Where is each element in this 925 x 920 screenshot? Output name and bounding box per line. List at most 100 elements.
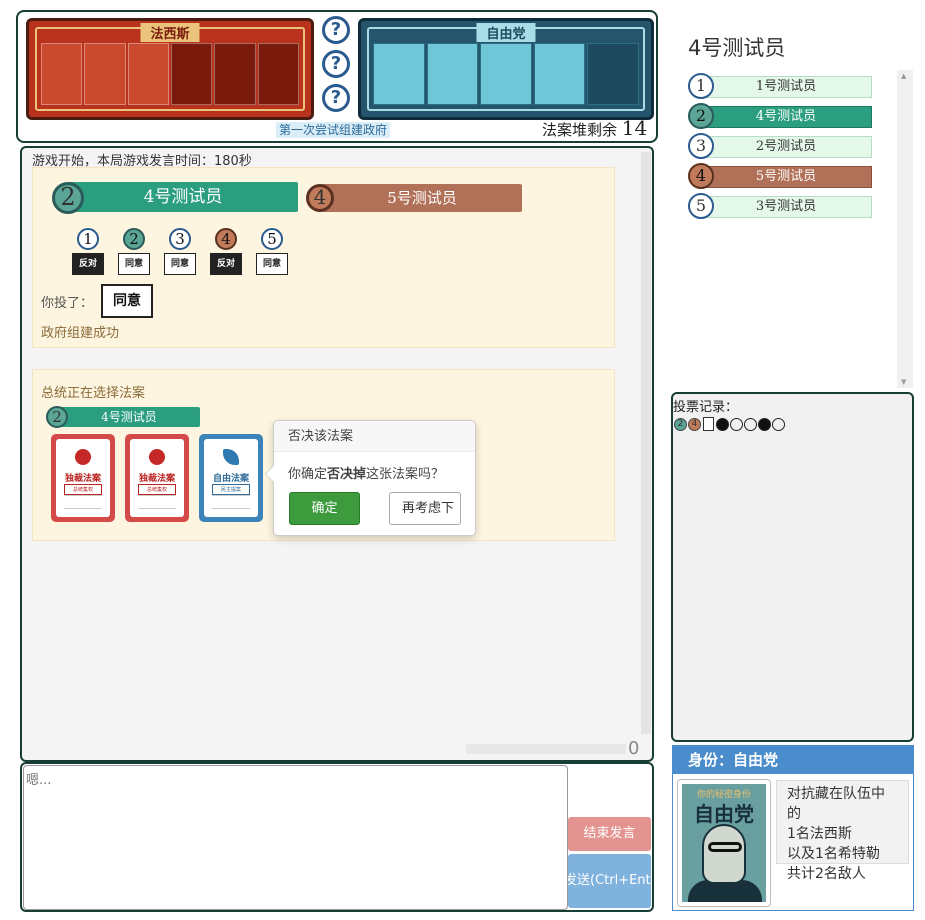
veto-text-post: 这张法案吗？ [366,467,445,482]
fascist-slot [41,43,83,105]
identity-panel: 身份：自由党 你的秘密身份 自由党 对抗藏在队伍中的 1名法西斯 以及1名希特勒… [672,745,914,911]
voter-number: 5 [261,228,283,250]
policy-card-title: 独裁法案 [64,474,101,484]
player-name: 1号测试员 [700,76,872,98]
policy-card-subtitle: 总统集权 [64,484,102,495]
player-list-item[interactable]: 2 4号测试员 [688,103,873,129]
vote-result-item: 2 同意 [116,228,152,275]
liberal-slot-emblem [587,43,639,105]
fascist-slot [127,43,169,105]
voter-number: 3 [169,228,191,250]
fascist-slots [41,43,299,105]
fascist-slot [257,43,299,105]
fascist-slot [214,43,256,105]
skull-icon [75,449,91,465]
scroll-down-icon[interactable]: ▼ [901,378,906,386]
deck-label: 法案堆剩余 [542,121,618,139]
end-speech-button[interactable]: 结束发言 [568,817,651,851]
player-number-badge: 3 [688,133,714,159]
vote-record-dot [744,417,757,431]
government-success-message: 政府组建成功 [41,326,120,341]
vote-card: 同意 [164,253,196,275]
player-name: 3号测试员 [700,196,872,218]
vote-record-panel: 投票记录： 2 4 [671,392,914,742]
voter-number: 4 [215,228,237,250]
vote-card: 同意 [256,253,288,275]
send-button[interactable]: 发送(Ctrl+Enter) [568,854,651,908]
policy-card-title: 自由法案 [212,474,249,484]
vote-record-dot [730,417,743,431]
unknown-role-icon[interactable]: ? [322,16,350,44]
player-number-badge: 1 [688,73,714,99]
vote-card: 同意 [118,253,150,275]
liberal-slot [533,43,586,105]
vote-result-item: 4 反对 [208,228,244,275]
player-number-badge: 2 [688,103,714,129]
policy-card-face: 独裁法案 总统集权 [56,439,110,517]
you-voted-label: 你投了： [41,296,94,311]
my-player-title: 4号测试员 [688,36,786,60]
portrait-face [702,824,746,884]
vote-record-dot [758,417,771,431]
voter-number: 2 [123,228,145,250]
chancellor-badge: 4 5号测试员 [306,184,522,212]
president-name: 4号测试员 [68,182,298,212]
liberal-track-title: 自由党 [476,23,536,42]
fascist-policy-card[interactable]: 独裁法案 总统集权 [51,434,115,522]
veto-popover-body: 你确定否决掉这张法案吗？ [274,452,475,482]
fascist-slot [84,43,126,105]
player-name: 5号测试员 [700,166,872,188]
vote-result-item: 3 同意 [162,228,198,275]
identity-card[interactable]: 你的秘密身份 自由党 [677,779,771,907]
unknown-role-icon[interactable]: ? [322,84,350,112]
vote-card: 反对 [72,253,104,275]
veto-popover-title: 否决该法案 [274,421,475,452]
bird-icon [223,449,239,465]
liberal-track: 自由党 [358,18,654,120]
president-badge: 2 4号测试员 [52,182,300,214]
vote-record-title: 投票记录： [673,400,739,415]
chat-timer-count: 0 [628,738,640,759]
identity-description: 对抗藏在队伍中的 1名法西斯 以及1名希特勒 共计2名敌人 [776,780,909,882]
player-list-item[interactable]: 4 5号测试员 [688,163,873,189]
vote-record-dot [716,417,729,431]
player-list-item[interactable]: 1 1号测试员 [688,73,873,99]
policy-card-face: 独裁法案 总统集权 [130,439,184,517]
liberal-slots [373,43,639,105]
vote-card: 反对 [210,253,242,275]
deck-remaining: 法案堆剩余 14 [542,116,647,140]
chat-scrollbar[interactable] [641,152,651,734]
president-mini-name: 4号测试员 [58,407,200,427]
chat-input-area: 结束发言 发送(Ctrl+Enter) [20,762,654,912]
policy-card-subtitle: 总统集权 [138,484,176,495]
player-number-badge: 4 [688,163,714,189]
fascist-policy-card[interactable]: 独裁法案 总统集权 [125,434,189,522]
chat-input[interactable] [23,765,568,910]
you-voted-card: 同意 [101,284,153,318]
chancellor-number: 4 [306,184,334,212]
liberal-policy-card[interactable]: 自由法案 民主提案 [199,434,263,522]
portrait-glasses [708,842,742,852]
veto-cancel-button[interactable]: 再考虑下 [389,492,461,525]
scroll-up-icon[interactable]: ▲ [901,72,906,80]
vote-record-row: 2 4 [674,417,785,431]
player-list-item[interactable]: 5 3号测试员 [688,193,873,219]
president-mini-badge: 2 4号测试员 [46,406,202,428]
fascist-slot [170,43,213,105]
vote-result-item: 5 同意 [254,228,290,275]
veto-confirm-button[interactable]: 确定 [289,492,360,525]
player-list-item[interactable]: 3 2号测试员 [688,133,873,159]
policy-card-subtitle: 民主提案 [212,484,250,495]
liberal-slot [480,43,532,105]
player-list-scrollbar[interactable]: ▲ ▼ [897,70,913,388]
president-choosing-message: 总统正在选择法案 [41,386,146,401]
player-name: 4号测试员 [700,106,872,128]
identity-card-art: 你的秘密身份 自由党 [682,784,766,902]
vote-record-chancellor: 4 [688,417,701,431]
president-number: 2 [52,182,84,214]
skull-icon [149,449,165,465]
player-name: 2号测试员 [700,136,872,158]
unknown-role-icon[interactable]: ? [322,50,350,78]
fascist-track-title: 法西斯 [140,23,200,42]
policy-card-lines [64,495,102,509]
